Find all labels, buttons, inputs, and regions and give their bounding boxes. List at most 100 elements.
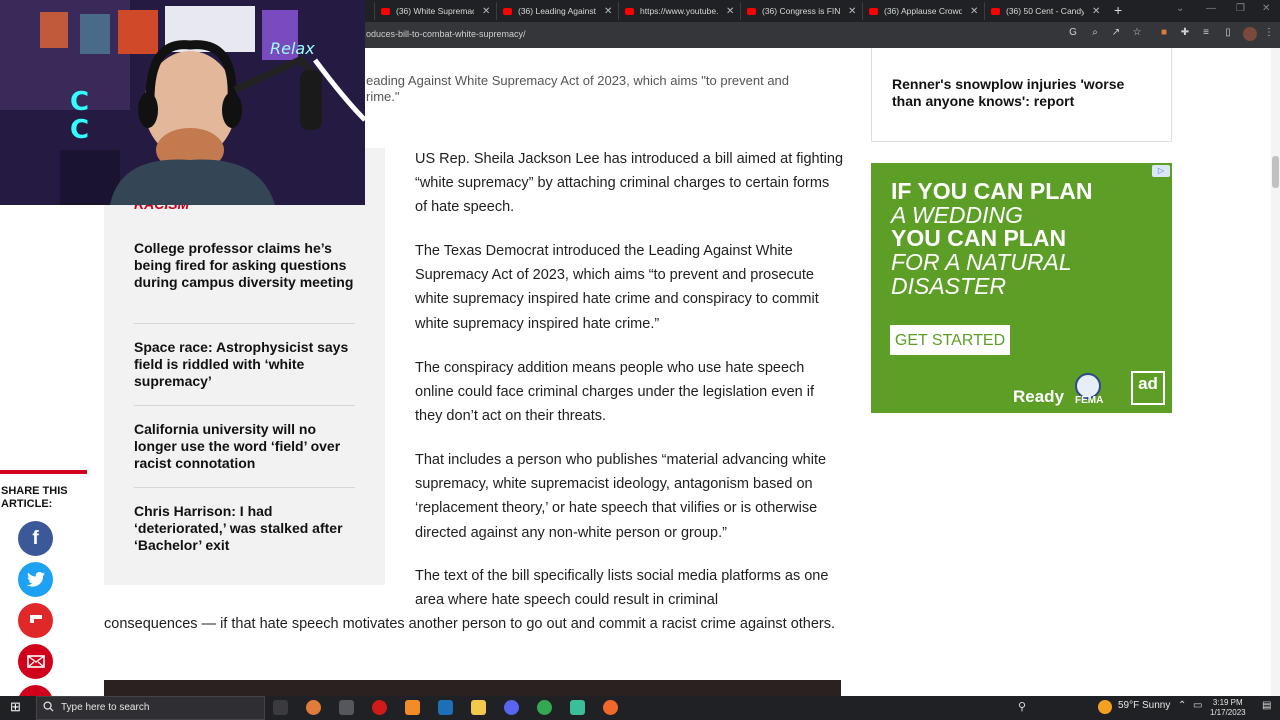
svg-text:C: C xyxy=(70,87,89,117)
chevron-up-icon[interactable]: ⌃ xyxy=(1178,700,1193,715)
ad-text: FOR A NATURAL xyxy=(891,249,1072,275)
chevron-down-icon[interactable]: ⌄ xyxy=(1176,3,1184,14)
extension-icon[interactable]: ■ xyxy=(1157,27,1171,41)
article-paragraph-start: The text of the bill specifically lists … xyxy=(415,568,829,609)
people-icon[interactable]: ⚲ xyxy=(1018,700,1033,715)
taskbar: ⊞ Type here to search ⚲ 59°F Sunny ⌃ ▭ 3… xyxy=(0,696,1280,720)
divider xyxy=(134,405,355,406)
chrome-icon[interactable] xyxy=(537,700,552,715)
close-tab-icon[interactable]: ✕ xyxy=(726,6,734,17)
article-paragraph: The Texas Democrat introduced the Leadin… xyxy=(415,243,819,332)
puzzle-icon[interactable]: ✚ xyxy=(1178,27,1192,41)
bookmark-star-icon[interactable]: ☆ xyxy=(1130,27,1144,41)
task-view-icon[interactable] xyxy=(273,700,288,715)
weather-text[interactable]: 59°F Sunny xyxy=(1118,700,1170,711)
browser-tab[interactable]: (36) Applause Crowd ✕ xyxy=(862,2,978,20)
maximize-icon[interactable]: ❐ xyxy=(1236,3,1245,14)
flipboard-icon[interactable] xyxy=(18,603,53,638)
related-articles-sidebar: RACISM College professor claims he’s bei… xyxy=(104,148,385,585)
close-tab-icon[interactable]: ✕ xyxy=(848,6,856,17)
calculator-icon[interactable] xyxy=(339,700,354,715)
clock[interactable]: 3:19 PM 1/17/2023 xyxy=(1210,698,1246,718)
google-icon[interactable]: G xyxy=(1066,27,1080,41)
close-tab-icon[interactable]: ✕ xyxy=(604,6,612,17)
webcam-overlay: Relax C C xyxy=(0,0,365,205)
browser-tab[interactable]: (36) Leading Against ✕ xyxy=(496,2,612,20)
scrollbar-thumb[interactable] xyxy=(1272,156,1279,188)
ad-banner[interactable]: ▷ IF YOU CAN PLAN A WEDDING YOU CAN PLAN… xyxy=(871,163,1172,413)
article-paragraph: The conspiracy addition means people who… xyxy=(415,360,814,425)
zoom-icon[interactable]: ⌕ xyxy=(1088,27,1102,41)
network-icon[interactable]: ▭ xyxy=(1193,700,1208,715)
related-article-link[interactable]: Chris Harrison: I had ‘deteriorated,’ wa… xyxy=(134,503,355,554)
trending-headline[interactable]: Renner's snowplow injuries 'worse than a… xyxy=(892,76,1152,110)
divider xyxy=(134,487,355,488)
steam-icon[interactable] xyxy=(438,700,453,715)
article-paragraph: US Rep. Sheila Jackson Lee has introduce… xyxy=(415,151,844,216)
more-share-icon[interactable] xyxy=(18,685,53,696)
share-accent-bar xyxy=(0,470,87,474)
youtube-icon xyxy=(381,7,390,15)
new-tab-button[interactable]: + xyxy=(1114,2,1122,18)
clock-time: 3:19 PM xyxy=(1212,698,1243,707)
ad-council-logo: ad xyxy=(1131,371,1165,405)
clock-date: 1/17/2023 xyxy=(1210,708,1246,717)
search-icon xyxy=(43,701,54,712)
app-icon[interactable] xyxy=(570,700,585,715)
ad-text: DISASTER xyxy=(891,273,1007,299)
related-article-link[interactable]: California university will no longer use… xyxy=(134,421,355,472)
article-paragraph-continued: consequences — if that hate speech motiv… xyxy=(104,616,836,632)
close-window-icon[interactable]: ✕ xyxy=(1262,3,1270,14)
twitter-icon[interactable] xyxy=(18,562,53,597)
related-article-link[interactable]: College professor claims he’s being fire… xyxy=(134,240,355,291)
close-tab-icon[interactable]: ✕ xyxy=(482,6,490,17)
windows-start-icon[interactable]: ⊞ xyxy=(10,699,25,714)
discord-icon[interactable] xyxy=(504,700,519,715)
browser-tab[interactable]: https://www.youtube... ✕ xyxy=(618,2,734,20)
ready-logo: Ready xyxy=(1013,387,1065,406)
article-paragraph: That includes a person who publishes “ma… xyxy=(415,452,827,541)
obs-icon[interactable] xyxy=(603,700,618,715)
profile-avatar[interactable] xyxy=(1243,27,1257,41)
reading-list-icon[interactable]: ≡ xyxy=(1199,27,1213,41)
ad-text: IF YOU CAN PLAN xyxy=(891,178,1093,204)
email-icon[interactable] xyxy=(18,644,53,679)
close-tab-icon[interactable]: ✕ xyxy=(970,6,978,17)
url-field[interactable]: oduces-bill-to-combat-white-supremacy/ xyxy=(366,29,526,39)
notifications-icon[interactable]: ▤ xyxy=(1262,700,1277,715)
facebook-icon[interactable]: f xyxy=(18,521,53,556)
file-explorer-icon[interactable] xyxy=(471,700,486,715)
share-icon[interactable]: ↗ xyxy=(1109,27,1123,41)
close-tab-icon[interactable]: ✕ xyxy=(1092,6,1100,17)
webcam-scene: Relax C C xyxy=(0,0,365,205)
divider xyxy=(134,323,355,324)
browser-tab[interactable]: (36) Congress is FINA...✕ xyxy=(740,2,856,20)
youtube-icon xyxy=(869,7,878,15)
browser-tab[interactable]: (36) 50 Cent - Candy ✕ xyxy=(984,2,1100,20)
share-label: SHARE THIS ARTICLE: xyxy=(1,485,68,510)
youtube-icon xyxy=(625,7,634,15)
related-article-link[interactable]: Space race: Astrophysicist says field is… xyxy=(134,339,355,390)
ad-text: A WEDDING xyxy=(891,202,1024,228)
blender-icon[interactable] xyxy=(306,700,321,715)
weather-sun-icon xyxy=(1098,700,1112,714)
browser-tab[interactable]: (36) White Supremacy ✕ xyxy=(374,2,490,20)
vlc-icon[interactable] xyxy=(405,700,420,715)
trending-card[interactable]: Renner's snowplow injuries 'worse than a… xyxy=(871,48,1172,142)
svg-text:C: C xyxy=(70,115,89,145)
opera-icon[interactable] xyxy=(372,700,387,715)
minimize-icon[interactable]: — xyxy=(1206,3,1216,14)
youtube-icon xyxy=(503,7,512,15)
side-panel-icon[interactable]: ▯ xyxy=(1221,27,1235,41)
scrollbar[interactable] xyxy=(1271,48,1280,696)
menu-icon[interactable]: ⋮ xyxy=(1262,27,1276,41)
youtube-icon xyxy=(747,7,756,15)
article-image xyxy=(104,680,841,696)
ad-text: YOU CAN PLAN xyxy=(891,225,1067,251)
image-caption: eading Against White Supremacy Act of 20… xyxy=(366,73,790,104)
adchoices-icon[interactable]: ▷ xyxy=(1152,165,1170,177)
get-started-button[interactable]: GET STARTED xyxy=(890,325,1010,355)
search-placeholder: Type here to search xyxy=(61,702,150,713)
taskbar-search-input[interactable]: Type here to search xyxy=(36,696,265,720)
fema-logo: FEMA xyxy=(1075,395,1104,406)
